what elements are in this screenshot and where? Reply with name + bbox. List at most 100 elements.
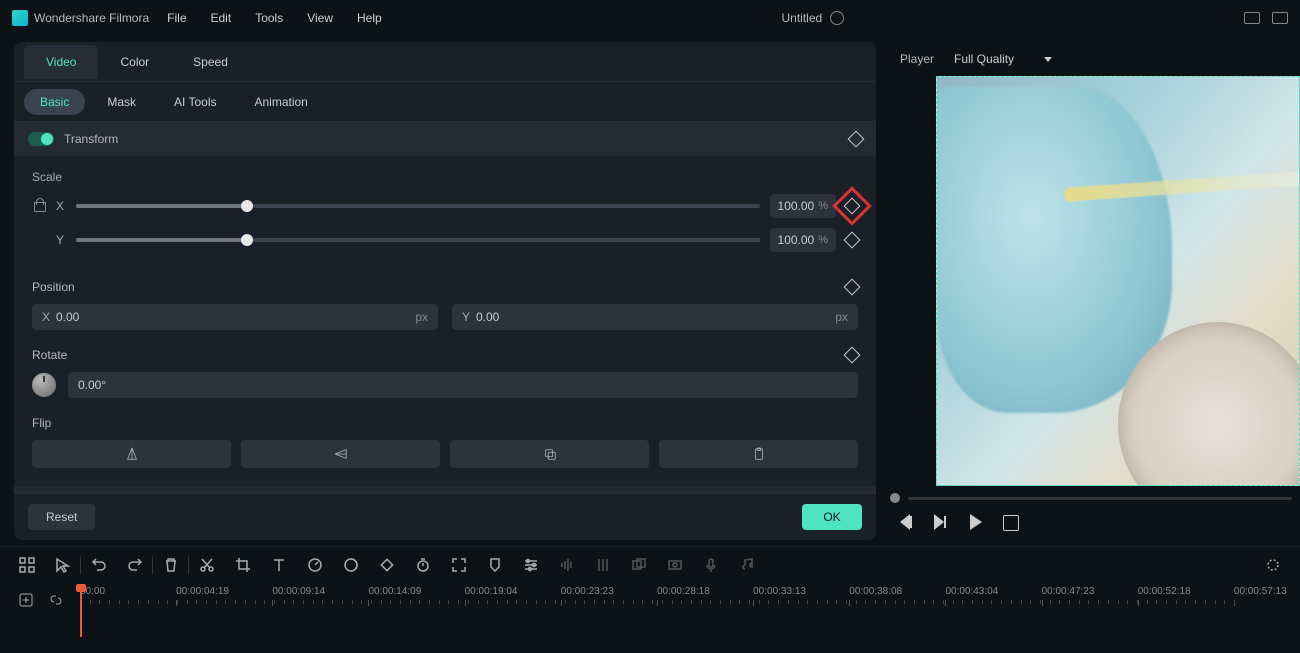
timeline-timestamp: 00:00:09:14 [272, 586, 325, 597]
playhead[interactable] [80, 586, 82, 637]
quality-dropdown[interactable]: Full Quality [954, 52, 1052, 66]
cut-icon[interactable] [198, 556, 216, 574]
timeline-timestamp: 00:00:33:13 [753, 586, 806, 597]
filmora-logo-icon [12, 10, 28, 26]
rotate-value[interactable]: 0.00° [68, 372, 858, 398]
layout-grid-icon[interactable] [18, 556, 36, 574]
stop-button[interactable] [1002, 514, 1018, 530]
scale-x-slider[interactable] [76, 204, 760, 208]
document-title: Untitled [782, 11, 823, 25]
lock-aspect-icon[interactable] [32, 198, 46, 212]
scale-x-label: X [56, 199, 66, 213]
marker-icon[interactable] [486, 556, 504, 574]
timeline-ruler[interactable]: 00:0000:00:04:1900:00:09:1400:00:14:0900… [80, 586, 1282, 637]
play-button[interactable] [968, 514, 984, 530]
player-panel: Player Full Quality [886, 42, 1300, 540]
scale-y-value[interactable]: 100.00% [770, 228, 836, 252]
speed-icon[interactable] [306, 556, 324, 574]
tab-color[interactable]: Color [98, 45, 171, 79]
group-icon[interactable] [630, 556, 648, 574]
scrub-track[interactable] [908, 497, 1292, 500]
tab-speed[interactable]: Speed [171, 45, 250, 79]
ok-button[interactable]: OK [802, 504, 862, 530]
mixer-icon[interactable] [594, 556, 612, 574]
scale-y-slider[interactable] [76, 238, 760, 242]
trash-icon[interactable] [162, 556, 180, 574]
undo-icon[interactable] [90, 556, 108, 574]
scrub-bar[interactable] [886, 492, 1300, 504]
timeline-timestamp: 00:00:28:18 [657, 586, 710, 597]
preview-frame[interactable] [936, 76, 1300, 486]
timeline-toolbar [0, 546, 1300, 582]
position-x-field[interactable]: X px [32, 304, 438, 330]
player-label: Player [900, 52, 934, 66]
menu-edit[interactable]: Edit [211, 11, 232, 25]
document-title-area: Untitled [400, 11, 1226, 25]
menu-file[interactable]: File [167, 11, 186, 25]
scale-y-label: Y [56, 233, 66, 247]
scrub-handle[interactable] [890, 493, 900, 503]
rotate-knob[interactable] [32, 373, 56, 397]
fit-icon[interactable] [450, 556, 468, 574]
menu-help[interactable]: Help [357, 11, 382, 25]
scale-x-value[interactable]: 100.00% [770, 194, 836, 218]
app-logo: Wondershare Filmora [12, 10, 149, 26]
timeline-timestamp: 00:00:23:23 [561, 586, 614, 597]
music-icon[interactable] [738, 556, 756, 574]
scale-y-row: Y 100.00% [56, 228, 858, 252]
copy-button[interactable] [450, 440, 649, 468]
audio-sync-icon[interactable] [558, 556, 576, 574]
voiceover-icon[interactable] [702, 556, 720, 574]
subtab-mask[interactable]: Mask [91, 89, 152, 115]
player-header: Player Full Quality [886, 42, 1300, 76]
position-x-input[interactable] [56, 310, 415, 324]
scale-label: Scale [32, 170, 858, 184]
secondary-screen-icon[interactable] [1272, 12, 1288, 24]
menu-bar: File Edit Tools View Help [167, 11, 382, 25]
position-y-input[interactable] [476, 310, 835, 324]
transform-toggle[interactable] [28, 132, 54, 146]
link-icon[interactable] [48, 592, 66, 610]
timeline-ticks: 00:0000:00:04:1900:00:09:1400:00:14:0900… [80, 586, 1282, 598]
transform-keyframe-icon[interactable] [848, 131, 865, 148]
render-icon[interactable] [666, 556, 684, 574]
flip-vertical-button[interactable] [241, 440, 440, 468]
timeline-settings-icon[interactable] [1264, 556, 1282, 574]
properties-scroll[interactable]: Transform Scale X [14, 122, 876, 493]
pointer-tool-icon[interactable] [54, 556, 72, 574]
reset-button[interactable]: Reset [28, 504, 95, 530]
paste-button[interactable] [659, 440, 858, 468]
keyframe-tool-icon[interactable] [378, 556, 396, 574]
subtab-basic[interactable]: Basic [24, 89, 85, 115]
subtab-animation[interactable]: Animation [238, 89, 323, 115]
prev-frame-button[interactable] [900, 514, 916, 530]
window-controls [1244, 12, 1288, 24]
adjust-icon[interactable] [522, 556, 540, 574]
rotate-label: Rotate [32, 348, 67, 362]
menu-view[interactable]: View [307, 11, 333, 25]
scale-y-keyframe-icon[interactable] [844, 232, 861, 249]
timeline-timestamp: 00:00:38:08 [849, 586, 902, 597]
position-header: Position [32, 280, 858, 294]
position-keyframe-icon[interactable] [844, 279, 861, 296]
text-icon[interactable] [270, 556, 288, 574]
layout-icon[interactable] [1244, 12, 1260, 24]
position-label: Position [32, 280, 75, 294]
next-frame-button[interactable] [934, 514, 950, 530]
menu-tools[interactable]: Tools [255, 11, 283, 25]
flip-label: Flip [32, 416, 51, 430]
subtab-ai-tools[interactable]: AI Tools [158, 89, 232, 115]
rotate-keyframe-icon[interactable] [844, 347, 861, 364]
flip-horizontal-button[interactable] [32, 440, 231, 468]
redo-icon[interactable] [126, 556, 144, 574]
tab-video[interactable]: Video [24, 45, 98, 79]
preview-area[interactable] [886, 76, 1300, 504]
scale-x-keyframe-icon[interactable] [844, 198, 861, 215]
cloud-sync-icon[interactable] [830, 11, 844, 25]
stopwatch-icon[interactable] [414, 556, 432, 574]
position-y-field[interactable]: Y px [452, 304, 858, 330]
crop-icon[interactable] [234, 556, 252, 574]
track-add-icon[interactable] [18, 592, 36, 610]
rotate-row: 0.00° [32, 372, 858, 398]
color-icon[interactable] [342, 556, 360, 574]
